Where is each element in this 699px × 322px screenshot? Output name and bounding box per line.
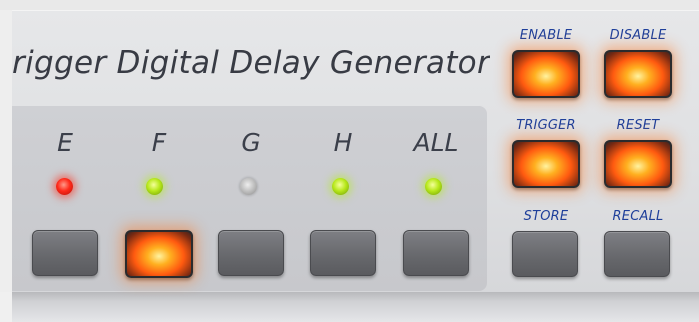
channel-h-button[interactable] bbox=[310, 230, 376, 276]
channel-label-h: H bbox=[333, 128, 353, 157]
channel-h-led bbox=[332, 178, 349, 195]
trigger-label: TRIGGER bbox=[516, 118, 576, 133]
panel-bottom-edge bbox=[12, 292, 699, 322]
disable-label: DISABLE bbox=[609, 28, 667, 43]
channel-f-button[interactable] bbox=[125, 230, 193, 278]
trigger-button[interactable] bbox=[512, 140, 580, 188]
store-label: STORE bbox=[523, 209, 569, 224]
channel-label-g: G bbox=[241, 128, 261, 157]
channel-label-all: ALL bbox=[413, 128, 459, 157]
enable-button[interactable] bbox=[512, 50, 580, 98]
channel-e-led bbox=[56, 178, 73, 195]
top-edge bbox=[0, 0, 699, 10]
instrument-front-panel: rigger Digital Delay Generator E F G H A… bbox=[0, 0, 699, 322]
corner bbox=[0, 292, 12, 322]
channel-g-button[interactable] bbox=[218, 230, 284, 276]
disable-button[interactable] bbox=[604, 50, 672, 98]
recall-button[interactable] bbox=[604, 231, 670, 277]
reset-label: RESET bbox=[616, 118, 660, 133]
panel-title: rigger Digital Delay Generator bbox=[12, 45, 490, 81]
channel-all-led bbox=[425, 178, 442, 195]
channel-label-f: F bbox=[151, 128, 167, 157]
channel-g-led bbox=[240, 178, 257, 195]
recall-label: RECALL bbox=[612, 209, 664, 224]
channel-label-e: E bbox=[57, 128, 73, 157]
channel-f-led bbox=[146, 178, 163, 195]
channel-e-button[interactable] bbox=[32, 230, 98, 276]
store-button[interactable] bbox=[512, 231, 578, 277]
enable-label: ENABLE bbox=[519, 28, 573, 43]
channel-all-button[interactable] bbox=[403, 230, 469, 276]
reset-button[interactable] bbox=[604, 140, 672, 188]
